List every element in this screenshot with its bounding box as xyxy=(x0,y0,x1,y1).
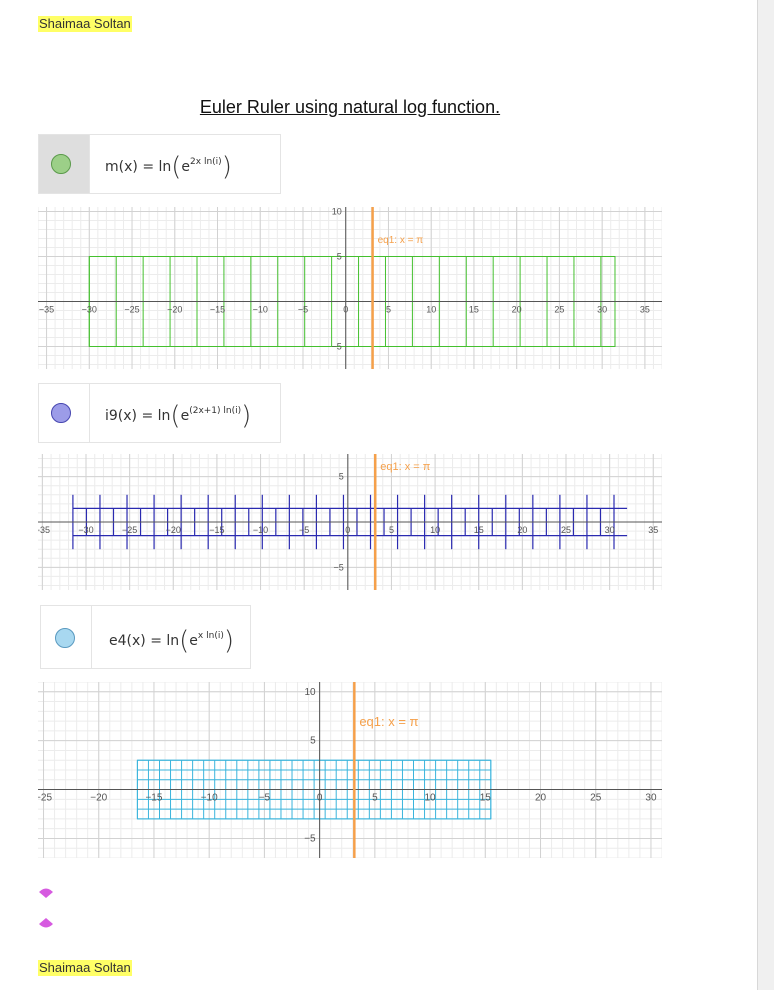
y-tick-label: 10 xyxy=(305,687,317,698)
y-tick-label: 5 xyxy=(310,736,316,747)
y-tick-label: −5 xyxy=(331,342,341,352)
algebra-row-m[interactable]: m(x) = ln(e2x ln(i)) xyxy=(38,134,281,194)
graph-m[interactable]: −35 −30 −25 −20 −15 −10 −5 0 5 10 15 20 25 30 35 10 5 −5 e… xyxy=(38,207,662,369)
x-tick-label: −25 xyxy=(38,793,52,804)
x-tick-label: 5 xyxy=(372,793,378,804)
x-tick-label: 30 xyxy=(605,525,615,535)
x-tick-label: 15 xyxy=(474,525,484,535)
x-tick-label: 10 xyxy=(430,525,440,535)
x-tick-label: 25 xyxy=(554,305,564,315)
x-tick-label: 0 xyxy=(317,793,323,804)
x-tick-label: −30 xyxy=(78,525,93,535)
curve-label: eq1: x = π xyxy=(380,461,431,473)
diamond-bullet-icon xyxy=(39,888,53,898)
x-tick-label: −10 xyxy=(253,525,268,535)
x-tick-label: 20 xyxy=(535,793,547,804)
y-tick-label: 5 xyxy=(339,472,344,482)
diamond-bullet-icon xyxy=(39,918,53,928)
expression-m: m(x) = ln(e2x ln(i)) xyxy=(105,152,232,182)
x-tick-label: −10 xyxy=(253,305,268,315)
x-tick-label: −20 xyxy=(90,793,107,804)
y-tick-label: 5 xyxy=(337,252,342,262)
document-title: Euler Ruler using natural log function. xyxy=(199,97,501,117)
x-tick-label: 30 xyxy=(597,305,607,315)
x-tick-label: −35 xyxy=(38,525,50,535)
visibility-toggle[interactable] xyxy=(39,384,90,442)
graph-i9[interactable]: −35 −30 −25 −20 −15 −10 −5 0 5 10 15 20 25 30 35 5 −5 eq1… xyxy=(38,454,662,590)
x-tick-label: −5 xyxy=(299,525,309,535)
x-tick-label: 35 xyxy=(640,305,650,315)
x-tick-label: −25 xyxy=(124,305,139,315)
algebra-row-e4[interactable]: e4(x) = ln(ex ln(i)) xyxy=(40,605,251,669)
x-tick-label: −15 xyxy=(210,305,225,315)
x-tick-label: 25 xyxy=(561,525,571,535)
x-tick-label: 25 xyxy=(590,793,602,804)
x-tick-label: 0 xyxy=(345,525,350,535)
expression-e4: e4(x) = ln(ex ln(i)) xyxy=(109,626,234,656)
x-tick-label: −20 xyxy=(166,525,181,535)
x-tick-label: −10 xyxy=(201,793,218,804)
curve-label: eq1: x = π xyxy=(378,235,424,246)
x-tick-label: −35 xyxy=(39,305,54,315)
x-tick-label: 10 xyxy=(425,793,437,804)
x-tick-label: 35 xyxy=(648,525,658,535)
x-tick-label: −20 xyxy=(167,305,182,315)
x-tick-label: −15 xyxy=(145,793,162,804)
x-tick-label: 5 xyxy=(386,305,391,315)
footer-author: Shaimaa Soltan xyxy=(38,960,132,976)
x-tick-label: 0 xyxy=(343,305,348,315)
x-tick-label: −15 xyxy=(209,525,224,535)
x-tick-label: −5 xyxy=(298,305,308,315)
purple-circle-icon xyxy=(51,403,71,423)
x-tick-label: −25 xyxy=(122,525,137,535)
curve-label: eq1: x = π xyxy=(359,714,418,729)
x-tick-label: 5 xyxy=(389,525,394,535)
header-author: Shaimaa Soltan xyxy=(38,16,132,32)
y-tick-label: 10 xyxy=(332,207,342,217)
x-tick-label: 20 xyxy=(512,305,522,315)
visibility-toggle[interactable] xyxy=(41,606,92,668)
vertical-scrollbar[interactable] xyxy=(757,0,774,990)
visibility-toggle[interactable] xyxy=(39,135,90,193)
expression-i9: i9(x) = ln(e(2x+1) ln(i)) xyxy=(105,401,252,431)
graph-e4[interactable]: −25 −20 −15 −10 −5 0 5 10 15 20 25 30 10 5 −5 eq1: x = … xyxy=(38,682,662,858)
lightblue-circle-icon xyxy=(55,628,75,648)
x-tick-label: −30 xyxy=(82,305,97,315)
x-tick-label: 15 xyxy=(480,793,492,804)
x-tick-label: 20 xyxy=(517,525,527,535)
x-tick-label: −5 xyxy=(259,793,271,804)
green-circle-icon xyxy=(51,154,71,174)
x-tick-label: 15 xyxy=(469,305,479,315)
x-tick-label: 30 xyxy=(645,793,657,804)
x-tick-label: 10 xyxy=(426,305,436,315)
y-tick-label: −5 xyxy=(334,562,344,572)
algebra-row-i9[interactable]: i9(x) = ln(e(2x+1) ln(i)) xyxy=(38,383,281,443)
y-tick-label: −5 xyxy=(304,833,316,844)
